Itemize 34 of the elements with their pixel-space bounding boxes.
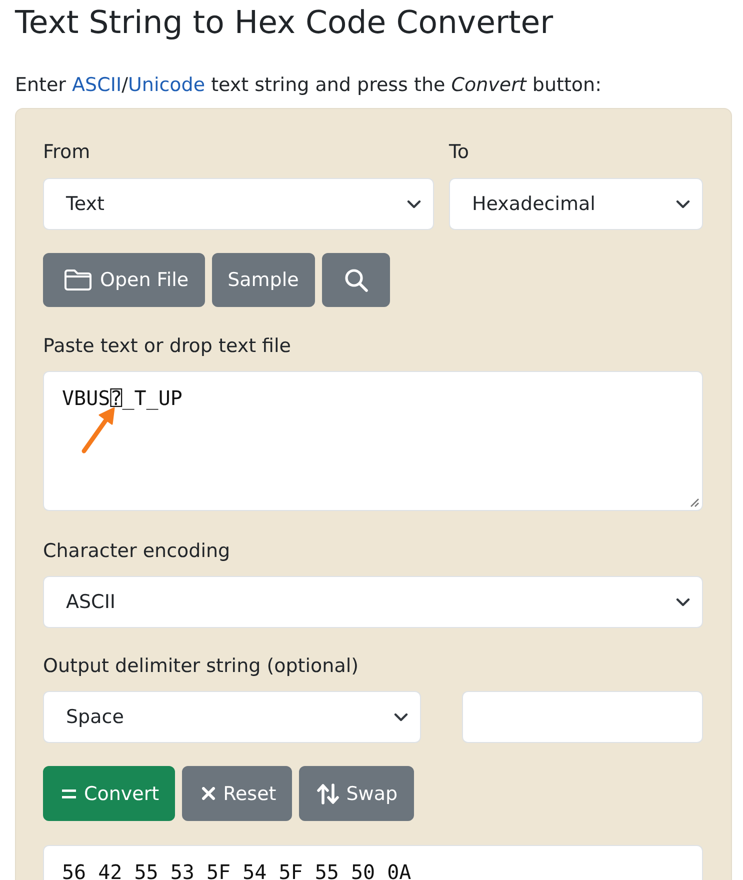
resize-grip-icon[interactable]: [690, 498, 699, 507]
field-label: Output delimiter string (optional): [43, 654, 359, 679]
folder-icon: [64, 269, 92, 291]
input-text: VBUS⍰_T_UP: [62, 385, 182, 412]
chevron-down-icon: [676, 598, 690, 606]
chevron-down-icon: [407, 200, 421, 208]
output-text: 56 42 55 53 5F 54 5F 55 50 0A: [62, 859, 412, 880]
convert-button[interactable]: Convert: [43, 766, 176, 821]
reset-button[interactable]: Reset: [182, 766, 292, 821]
sample-button[interactable]: Sample: [212, 253, 315, 307]
encoding-select[interactable]: ASCII: [43, 576, 703, 628]
intro-text: Enter ASCII/Unicode text string and press the Convert button:: [14, 73, 602, 98]
text-input-area[interactable]: VBUS⍰_T_UP: [43, 371, 703, 511]
delimiter-select[interactable]: Space: [43, 691, 421, 743]
text-link[interactable]: ASCII: [72, 74, 122, 96]
page-title: Text String to Hex Code Converter: [14, 4, 554, 43]
output-field[interactable]: 56 42 55 53 5F 54 5F 55 50 0A: [43, 845, 703, 880]
field-label: To: [449, 140, 470, 165]
to-select[interactable]: Hexadecimal: [449, 178, 703, 230]
field-label: From: [43, 140, 90, 165]
delimiter-input[interactable]: [462, 691, 703, 743]
swap-button[interactable]: Swap: [299, 766, 414, 821]
up-down-arrows-icon: [317, 782, 340, 804]
chevron-down-icon: [394, 712, 408, 722]
search-icon: [344, 268, 368, 292]
field-label: Character encoding: [43, 539, 230, 564]
chevron-down-icon: [676, 200, 690, 208]
field-label: Paste text or drop text file: [43, 334, 291, 359]
open-file-button[interactable]: Open File: [43, 253, 205, 307]
search-button[interactable]: [322, 253, 390, 307]
close-icon: [202, 787, 216, 800]
from-select[interactable]: Text: [43, 178, 434, 230]
text-link[interactable]: Unicode: [128, 74, 206, 96]
equals-icon: [62, 788, 76, 798]
